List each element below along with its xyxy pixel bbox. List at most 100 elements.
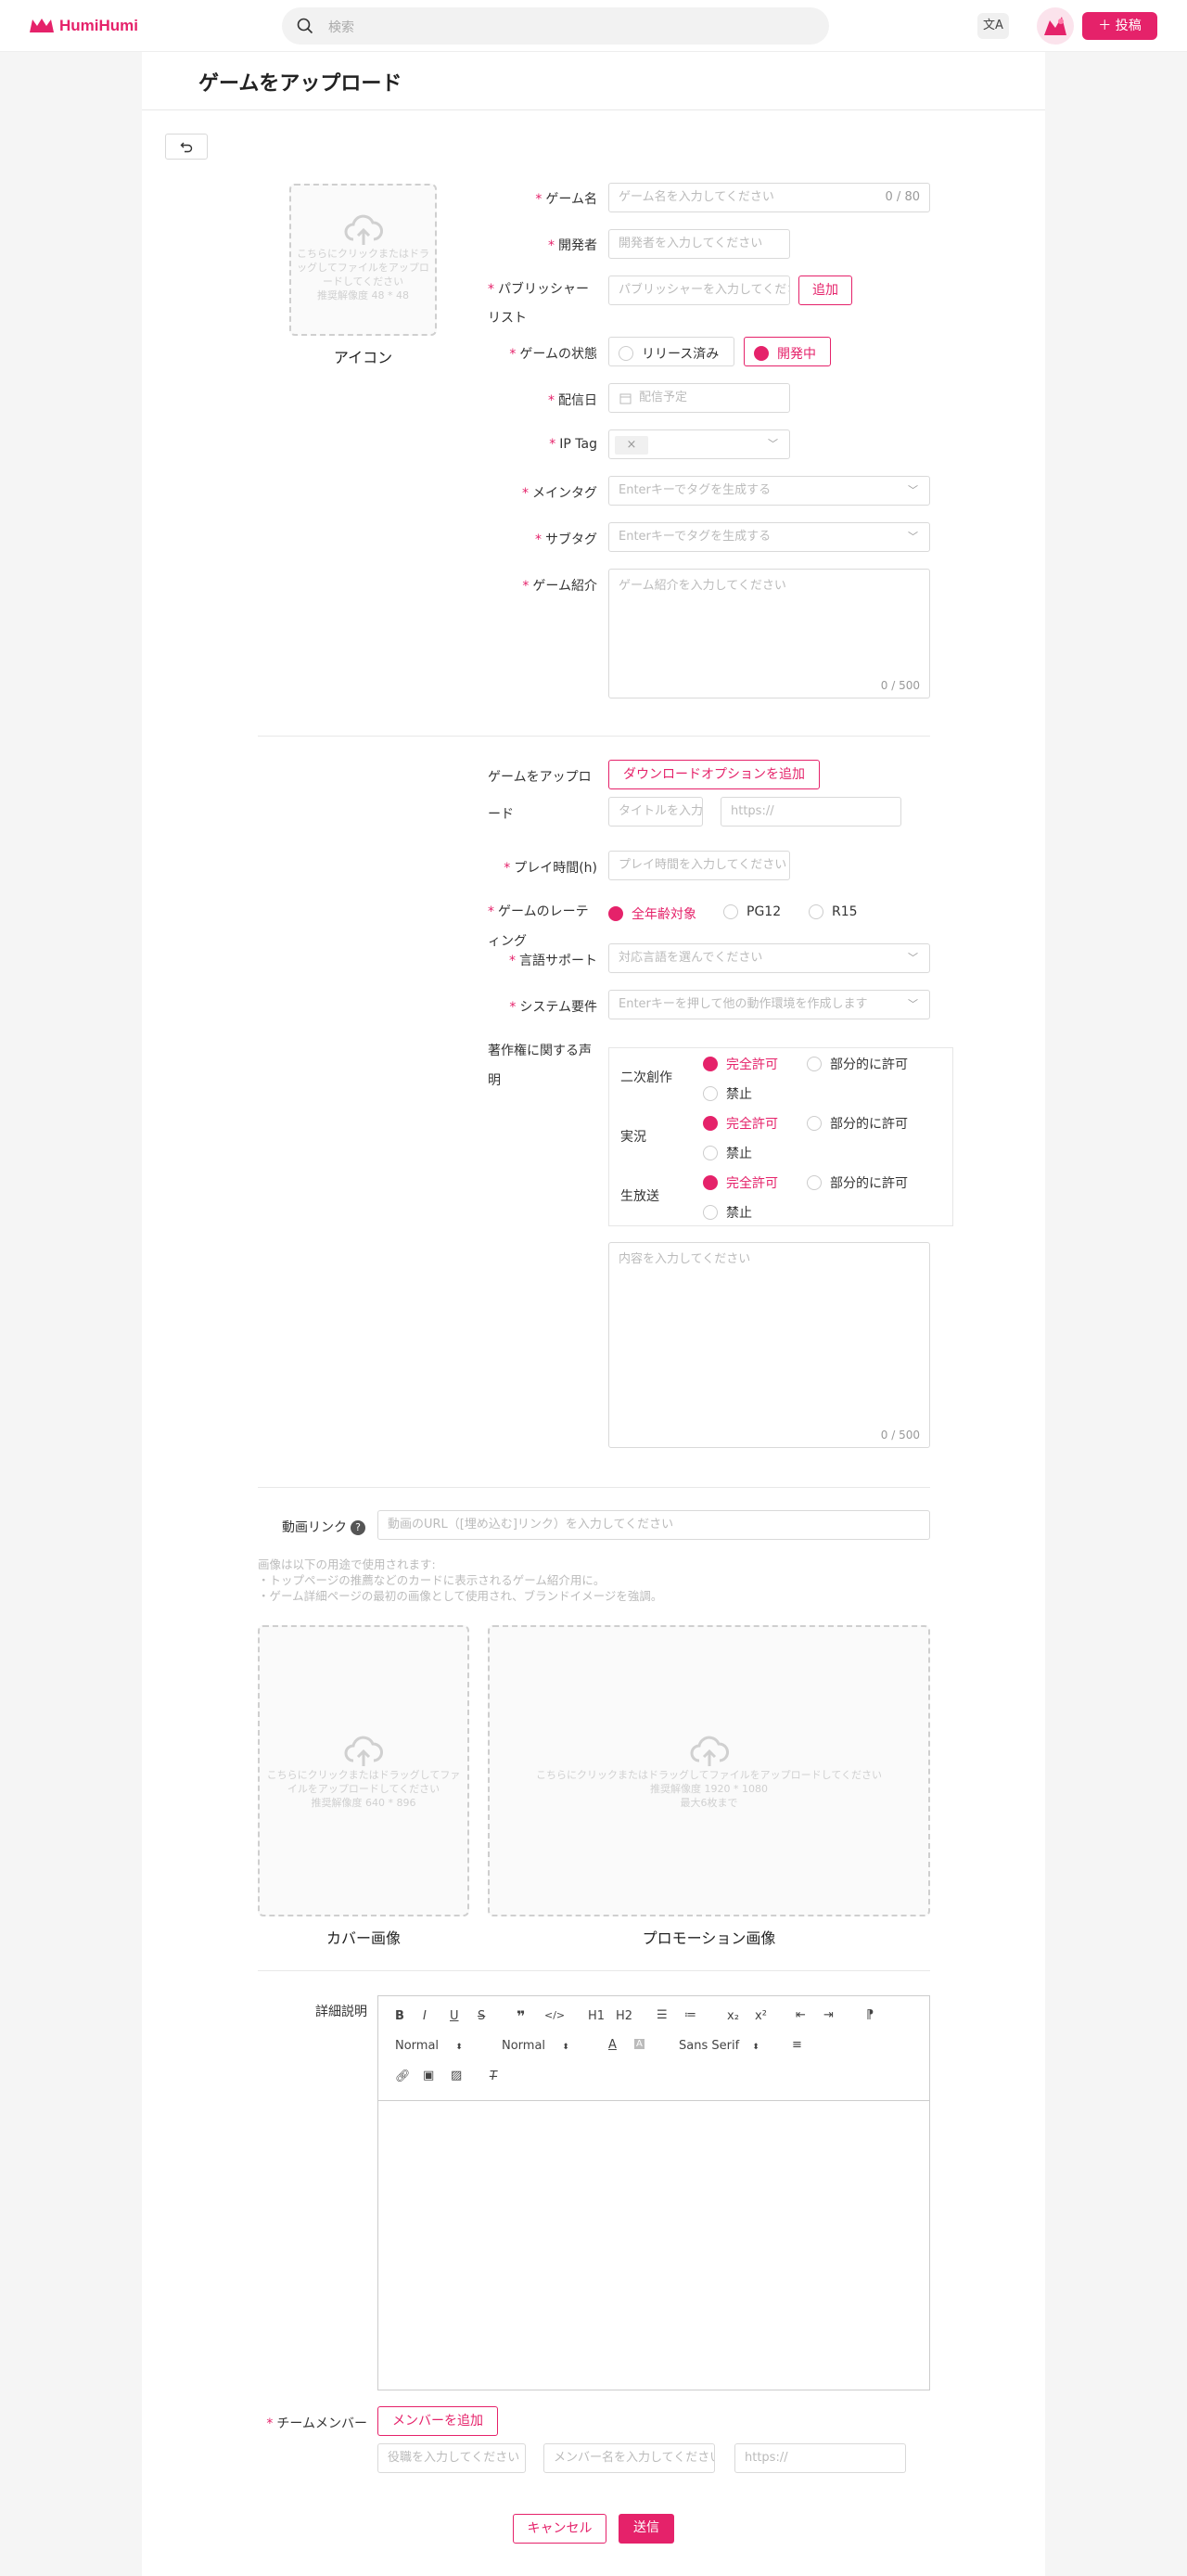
underline-button[interactable]: U xyxy=(450,2009,459,2023)
rating-r15[interactable]: R15 xyxy=(809,904,858,919)
rtl-icon[interactable]: ⁋ xyxy=(866,2008,874,2022)
publisher-add-button[interactable]: 追加 xyxy=(798,276,852,305)
align-icon[interactable]: ≡ xyxy=(792,2038,802,2052)
rich-text-editor: B I U S ❞ </> H1 H2 ☰ ≔ x₂ x² ⇤ ⇥ ⁋ Norm… xyxy=(377,1995,930,2390)
size-select[interactable]: Normal ⬍ xyxy=(395,2039,463,2053)
ordered-list-icon[interactable]: ☰ xyxy=(657,2008,668,2022)
subscript-button[interactable]: x₂ xyxy=(727,2009,739,2023)
developer-input[interactable]: 開発者を入力してください xyxy=(608,229,790,259)
rating-pg12[interactable]: PG12 xyxy=(723,904,781,919)
livestream-full[interactable]: 完全許可 xyxy=(703,1173,778,1192)
derivative-forbidden[interactable]: 禁止 xyxy=(703,1084,752,1103)
background-color-icon[interactable]: A xyxy=(634,2039,645,2049)
intro-count: 0 / 500 xyxy=(880,679,920,692)
play-time-label: * プレイ時間(h) xyxy=(504,861,597,876)
member-url-input[interactable]: https:// xyxy=(734,2443,906,2473)
image-icon[interactable]: ▨ xyxy=(451,2069,462,2083)
post-button[interactable]: ＋ 投稿 xyxy=(1082,12,1157,40)
download-title-input[interactable]: タイトルを入力してください xyxy=(608,797,703,827)
radio-circle xyxy=(703,1057,718,1071)
game-name-input[interactable]: ゲーム名を入力してください 0 / 80 xyxy=(608,183,930,212)
status-in-development[interactable]: 開発中 xyxy=(744,337,831,366)
cloud-upload-icon xyxy=(344,1736,383,1766)
section-divider xyxy=(258,1970,930,1971)
site-logo[interactable]: HumiHumi xyxy=(28,15,138,37)
system-select[interactable]: Enterキーを押して他の動作環境を作成します ﹀ xyxy=(608,990,930,1019)
header-select[interactable]: Normal ⬍ xyxy=(502,2039,569,2053)
radio-circle xyxy=(703,1175,718,1190)
editor-content-area[interactable] xyxy=(378,2101,929,2390)
italic-button[interactable]: I xyxy=(423,2009,427,2023)
livestream-partial[interactable]: 部分的に許可 xyxy=(807,1173,908,1192)
link-icon[interactable]: 🔗︎ xyxy=(395,2070,411,2083)
derivative-full[interactable]: 完全許可 xyxy=(703,1055,778,1073)
logo-icon xyxy=(30,19,54,32)
chevron-down-icon: ﹀ xyxy=(908,484,918,496)
play-time-input[interactable]: プレイ時間を入力してください xyxy=(608,851,790,880)
release-date-input[interactable]: 配信予定 xyxy=(608,383,790,413)
download-url-input[interactable]: https:// xyxy=(721,797,901,827)
team-label: * チームメンバー xyxy=(266,2416,367,2431)
promo-upload-limit: 最大6枚まで xyxy=(680,1797,738,1809)
rating-all-ages[interactable]: 全年齢対象 xyxy=(608,904,696,923)
search-bar[interactable]: 検索 xyxy=(282,7,829,45)
chevron-down-icon: ﹀ xyxy=(768,438,778,450)
status-released[interactable]: リリース済み xyxy=(608,337,734,366)
help-icon[interactable]: ? xyxy=(351,1520,365,1535)
copyright-row-label: 二次創作 xyxy=(620,1070,672,1085)
ip-tag-select[interactable]: × ﹀ xyxy=(608,429,790,459)
member-role-input[interactable]: 役職を入力してください xyxy=(377,2443,526,2473)
video-url-input[interactable]: 動画のURL（[埋め込む]リンク）を入力してください xyxy=(377,1510,930,1540)
code-icon[interactable]: </> xyxy=(544,2009,565,2021)
bold-button[interactable]: B xyxy=(395,2009,404,2023)
translate-button[interactable]: 文A xyxy=(977,13,1009,39)
select-arrows-icon: ⬍ xyxy=(752,2043,759,2052)
font-select[interactable]: Sans Serif ⬍ xyxy=(679,2039,759,2053)
promo-caption: プロモーション画像 xyxy=(642,1929,776,1947)
detail-label: 詳細説明 xyxy=(315,2005,367,2019)
livestream-forbidden[interactable]: 禁止 xyxy=(703,1203,752,1222)
icon-upload[interactable]: こちらにクリックまたはドラッグしてファイルをアップロードしてください 推奨解像度… xyxy=(289,184,437,336)
rating-all-ages-radio xyxy=(608,906,623,921)
bullet-list-icon[interactable]: ≔ xyxy=(684,2008,696,2022)
strike-button[interactable]: S xyxy=(478,2009,485,2023)
derivative-partial[interactable]: 部分的に許可 xyxy=(807,1055,908,1073)
cover-caption: カバー画像 xyxy=(325,1929,401,1947)
rating-r15-radio xyxy=(809,904,823,919)
note-line: ・ゲーム詳細ページの最初の画像として使用され、ブランドイメージを強調。 xyxy=(258,1589,663,1603)
submit-button[interactable]: 送信 xyxy=(619,2514,674,2544)
sub-tag-select[interactable]: Enterキーでタグを生成する ﹀ xyxy=(608,522,930,552)
user-avatar[interactable] xyxy=(1037,7,1074,45)
lets-play-partial[interactable]: 部分的に許可 xyxy=(807,1114,908,1133)
member-name-input[interactable]: メンバー名を入力してください xyxy=(543,2443,715,2473)
publisher-input[interactable]: パブリッシャーを入力してください xyxy=(608,276,790,305)
language-select[interactable]: 対応言語を選んでください ﹀ xyxy=(608,943,930,973)
intro-textarea[interactable]: ゲーム紹介を入力してください 0 / 500 xyxy=(608,569,930,698)
outdent-icon[interactable]: ⇤ xyxy=(796,2008,806,2022)
radio-circle xyxy=(807,1175,822,1190)
ip-tag-chip-close[interactable]: × xyxy=(615,436,648,455)
header2-button[interactable]: H2 xyxy=(616,2009,632,2023)
blockquote-icon[interactable]: ❞ xyxy=(517,2007,525,2025)
lets-play-forbidden[interactable]: 禁止 xyxy=(703,1144,752,1162)
copyright-textarea[interactable]: 内容を入力してください 0 / 500 xyxy=(608,1242,930,1448)
add-member-button[interactable]: メンバーを追加 xyxy=(377,2406,498,2436)
undo-icon xyxy=(180,142,193,153)
superscript-button[interactable]: x² xyxy=(755,2009,767,2023)
video-icon[interactable]: ▣ xyxy=(423,2069,434,2083)
add-download-option-button[interactable]: ダウンロードオプションを追加 xyxy=(608,760,820,789)
promo-upload[interactable]: こちらにクリックまたはドラッグしてファイルをアップロードしてください 推奨解像度… xyxy=(488,1625,930,1916)
back-button[interactable] xyxy=(165,134,208,160)
game-name-count: 0 / 80 xyxy=(885,190,920,204)
header1-button[interactable]: H1 xyxy=(588,2009,605,2023)
cover-upload[interactable]: こちらにクリックまたはドラッグしてファイルをアップロードしてください 推奨解像度… xyxy=(258,1625,469,1916)
clear-format-icon[interactable]: T̶ xyxy=(490,2070,497,2083)
release-date-label: * 配信日 xyxy=(548,393,597,408)
radio-circle xyxy=(807,1116,822,1131)
text-color-icon[interactable]: A xyxy=(608,2038,617,2052)
cancel-button[interactable]: キャンセル xyxy=(513,2514,606,2544)
main-tag-select[interactable]: Enterキーでタグを生成する ﹀ xyxy=(608,476,930,506)
indent-icon[interactable]: ⇥ xyxy=(823,2008,834,2022)
lets-play-full[interactable]: 完全許可 xyxy=(703,1114,778,1133)
status-dev-radio xyxy=(754,346,769,361)
